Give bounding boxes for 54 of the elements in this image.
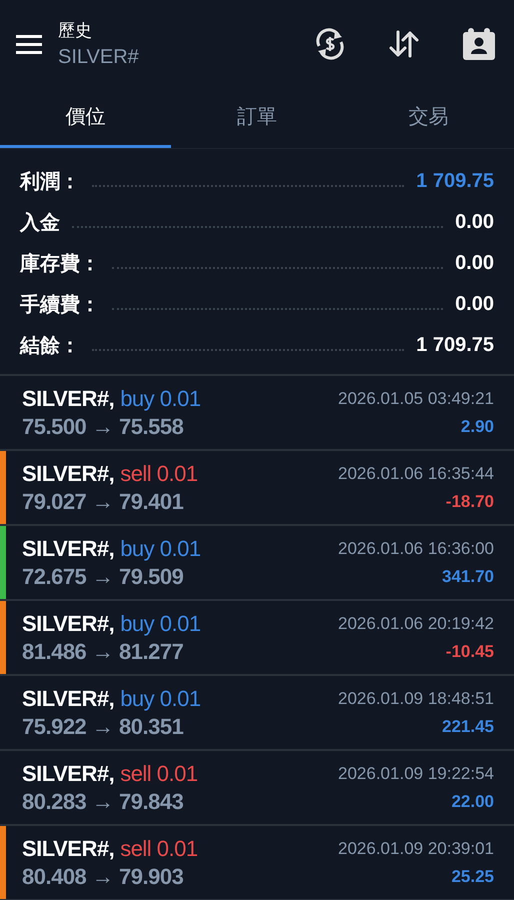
summary-value: 1 709.75 <box>416 170 494 193</box>
contact-card-icon[interactable] <box>462 27 496 61</box>
summary-label: 手續費： <box>20 293 100 318</box>
page-title: 歷史 <box>58 20 93 42</box>
summary-value: 0.00 <box>455 211 494 234</box>
summary-label: 結餘： <box>20 334 80 359</box>
deal-trade: sell 0.01 <box>120 460 198 486</box>
tab[interactable]: 價位 <box>0 88 172 148</box>
deal-prices: 75.500 → 75.558 <box>22 414 184 440</box>
deal-symbol: SILVER#, <box>22 760 114 786</box>
deal-profit: 22.00 <box>451 792 494 812</box>
deal-symbol: SILVER#, <box>22 610 114 636</box>
deal-symbol: SILVER#, <box>22 836 114 862</box>
currency-exchange-icon[interactable] <box>314 28 346 60</box>
deal-prices: 80.408 → 79.903 <box>22 864 184 890</box>
deal-time: 2026.01.05 03:49:21 <box>338 388 494 408</box>
summary-value: 1 709.75 <box>416 334 494 357</box>
deal-trade: sell 0.01 <box>120 836 198 862</box>
deal-time: 2026.01.09 20:39:01 <box>338 838 494 858</box>
deal-trade: sell 0.01 <box>120 760 198 786</box>
sort-arrows-icon[interactable] <box>388 28 420 60</box>
summary-label: 入金 <box>20 211 60 236</box>
deal-time: 2026.01.09 19:22:54 <box>338 764 494 784</box>
deal-profit: -10.45 <box>446 642 494 662</box>
deal-time: 2026.01.09 18:48:51 <box>338 688 494 708</box>
summary-value: 0.00 <box>455 293 494 316</box>
deal-trade: buy 0.01 <box>120 536 201 562</box>
deal-profit: -18.70 <box>446 492 494 512</box>
menu-icon[interactable] <box>16 34 42 54</box>
deal-profit: 25.25 <box>451 866 494 886</box>
deal-profit: 221.45 <box>442 716 494 736</box>
deal-symbol: SILVER#, <box>22 536 114 562</box>
deal-prices: 81.486 → 81.277 <box>22 638 184 664</box>
tab[interactable]: 訂單 <box>171 88 343 148</box>
deal-profit: 2.90 <box>460 416 494 436</box>
summary-label: 利潤： <box>20 170 80 195</box>
deal-time: 2026.01.06 16:35:44 <box>338 464 494 484</box>
deal-symbol: SILVER#, <box>22 460 114 486</box>
deal-time: 2026.01.06 20:19:42 <box>338 614 494 634</box>
deal-trade: buy 0.01 <box>120 386 201 412</box>
deal-trade: buy 0.01 <box>120 610 201 636</box>
summary-value: 0.00 <box>455 252 494 275</box>
deal-prices: 75.922 → 80.351 <box>22 714 184 740</box>
deal-profit: 341.70 <box>442 566 494 586</box>
symbol-subtitle: SILVER# <box>58 46 140 69</box>
tab[interactable]: 交易 <box>342 88 514 148</box>
deal-time: 2026.01.06 16:36:00 <box>338 538 494 558</box>
deal-symbol: SILVER#, <box>22 386 114 412</box>
deal-prices: 72.675 → 79.509 <box>22 564 184 590</box>
deal-prices: 79.027 → 79.401 <box>22 488 184 514</box>
deal-symbol: SILVER#, <box>22 686 114 712</box>
deal-trade: buy 0.01 <box>120 686 201 712</box>
deal-prices: 80.283 → 79.843 <box>22 788 184 814</box>
summary-label: 庫存費： <box>20 252 100 277</box>
